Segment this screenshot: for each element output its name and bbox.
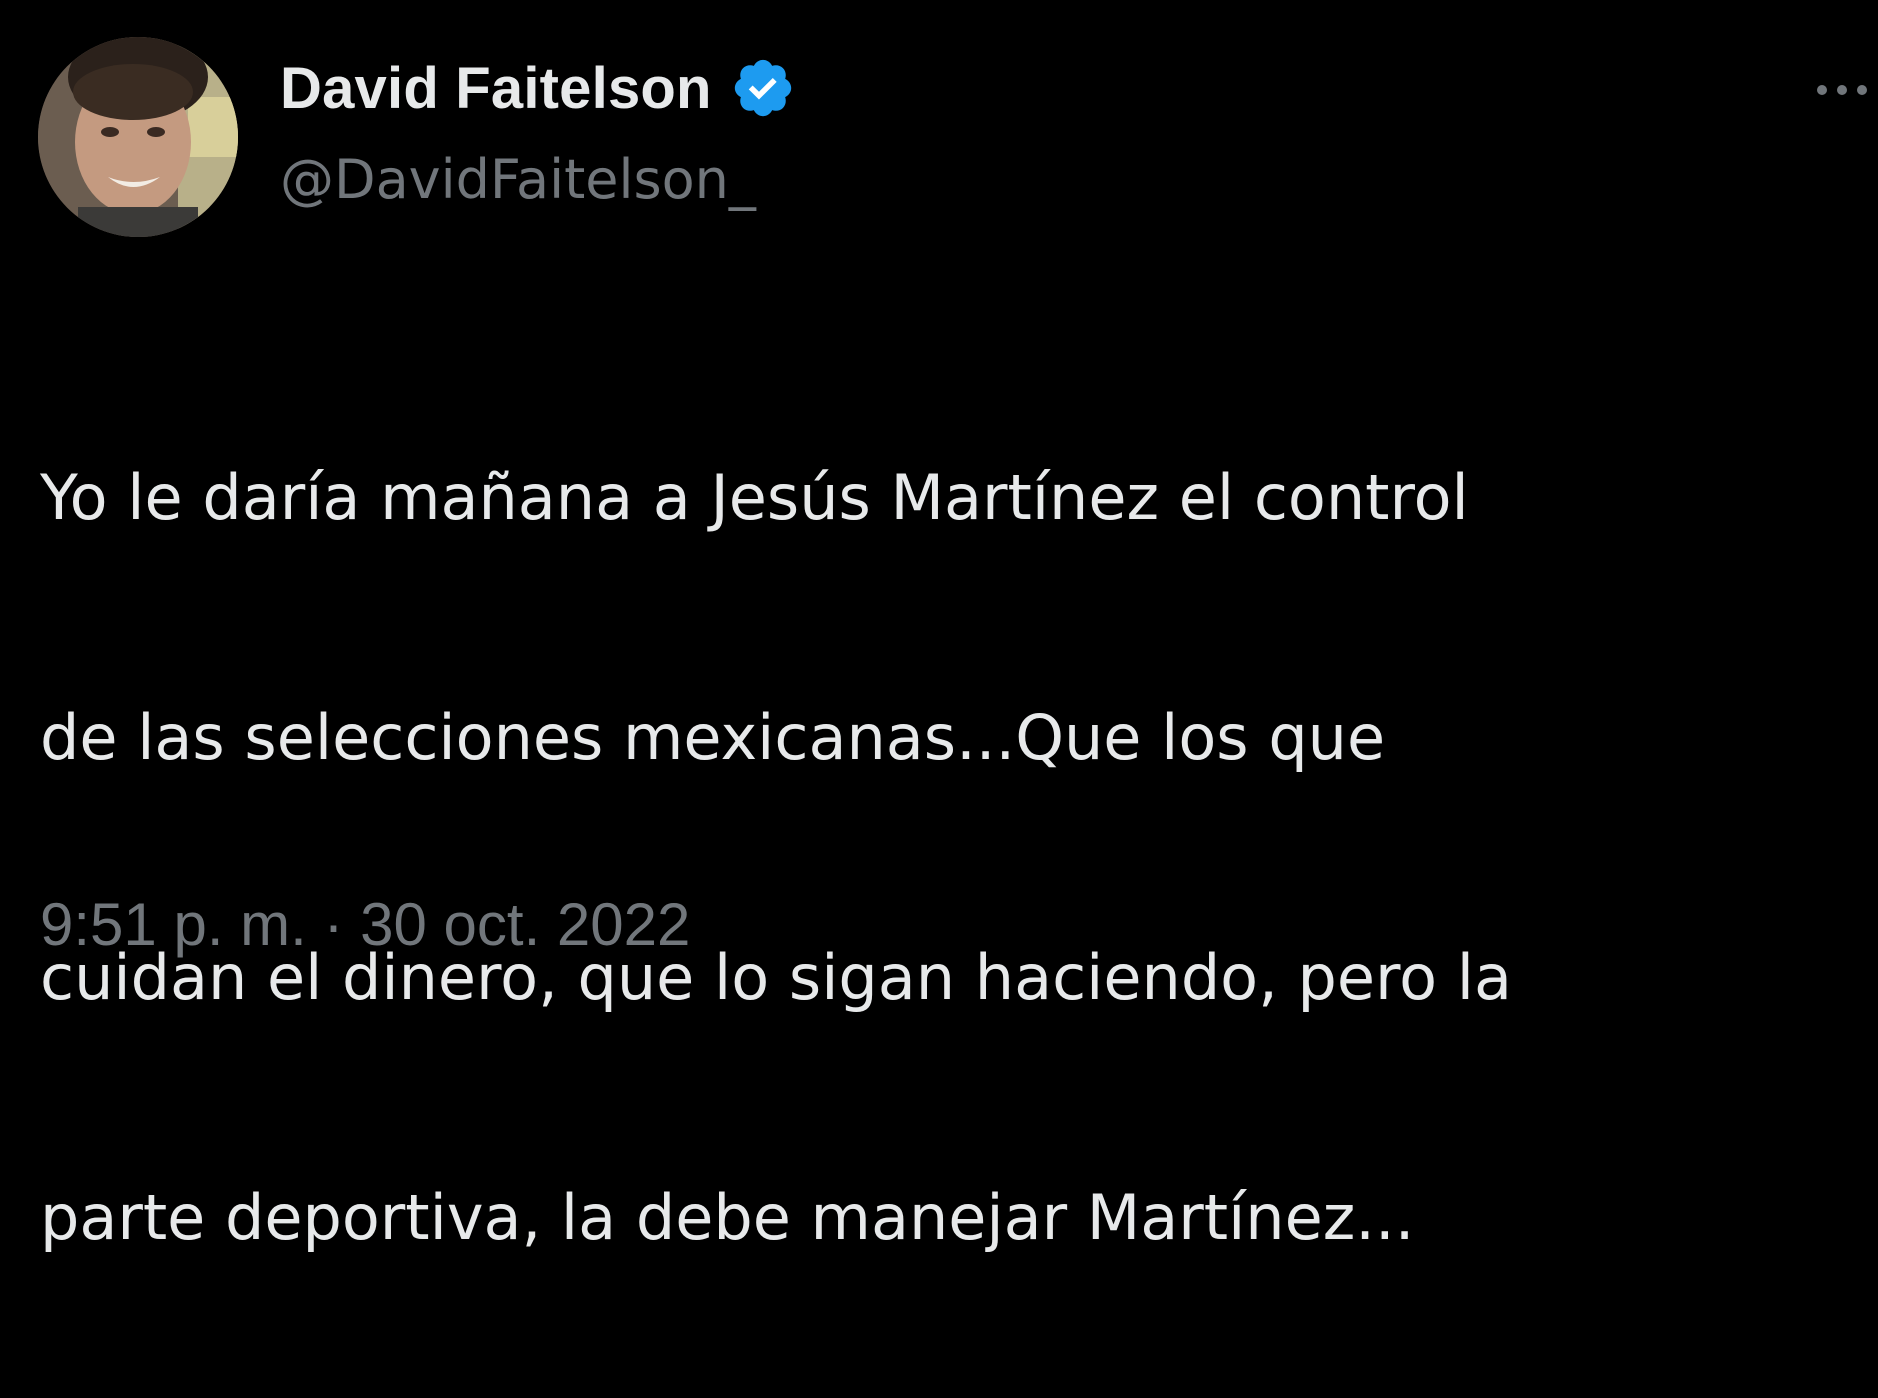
author-handle[interactable]: @DavidFaitelson_ [280, 148, 756, 211]
author-name-row: David Faitelson [280, 52, 796, 124]
more-options-icon[interactable] [1806, 70, 1878, 110]
author-display-name[interactable]: David Faitelson [280, 55, 712, 122]
tweet-text-line: parte deportiva, la debe manejar Martíne… [40, 1181, 1415, 1254]
author-avatar[interactable] [38, 37, 238, 237]
tweet-text: Yo le daría mañana a Jesús Martínez el c… [40, 318, 1860, 1398]
profile-photo-icon [38, 37, 238, 237]
verified-badge-icon [730, 55, 796, 121]
tweet-timestamp[interactable]: 9:51 p. m. · 30 oct. 2022 [40, 890, 690, 959]
tweet-text-line: Yo le daría mañana a Jesús Martínez el c… [40, 461, 1469, 534]
tweet-text-line: de las selecciones mexicanas...Que los q… [40, 701, 1386, 774]
tweet-card: David Faitelson @DavidFaitelson_ Yo le d… [0, 0, 1878, 1254]
